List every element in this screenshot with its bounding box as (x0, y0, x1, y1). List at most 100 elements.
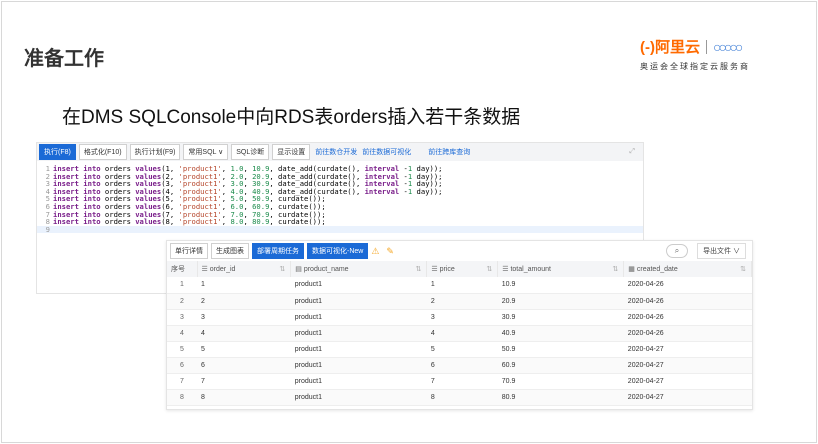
link-cross-db-query[interactable]: 前往跨库查询 (428, 147, 470, 157)
result-table: 序号 ☰ order_id ⇅ ▤ product_name ⇅ ☰ price ⇅ ☰ to… (167, 261, 752, 406)
logo-brand: (-)阿里云 (640, 39, 700, 56)
table-row[interactable]: 2 2 product1 2 20.9 2020-04-26 (167, 293, 752, 310)
table-cell: 3 (197, 309, 291, 326)
code-line: 9 (37, 226, 643, 234)
table-row[interactable]: 1 1 product1 1 10.9 2020-04-26 (167, 277, 752, 294)
table-cell: product1 (290, 357, 427, 374)
column-label: total_amount (510, 266, 551, 273)
table-cell: product1 (290, 373, 427, 390)
table-cell: 2020-04-27 (623, 341, 752, 358)
column-header-order-id[interactable]: ☰ order_id ⇅ (197, 261, 292, 277)
sort-icon[interactable]: ⇅ (612, 265, 618, 273)
table-cell: product1 (290, 341, 427, 358)
table-cell: 7 (197, 373, 291, 390)
logo-tagline: 奥运会全球指定云服务商 (640, 62, 750, 71)
table-cell: 70.9 (497, 373, 624, 390)
table-cell: 3 (426, 309, 498, 326)
table-cell: 5 (167, 341, 197, 358)
table-cell: 8 (197, 389, 291, 406)
table-cell: 1 (167, 277, 197, 294)
table-cell: 8 (426, 389, 498, 406)
table-cell: 4 (167, 325, 197, 342)
table-cell: 40.9 (497, 325, 624, 342)
sort-icon[interactable]: ⇅ (740, 265, 746, 273)
row-detail-button[interactable]: 单行详情 (170, 243, 208, 259)
table-cell: 4 (197, 325, 291, 342)
column-type-icon: ▤ (295, 266, 302, 273)
table-cell: 80.9 (497, 389, 624, 406)
column-label: created_date (636, 266, 678, 273)
table-row[interactable]: 4 4 product1 4 40.9 2020-04-26 (167, 325, 752, 342)
column-label: order_id (209, 266, 236, 273)
editor-toolbar: 执行(F8) 格式化(F10) 执行计划(F9) 常用SQL ∨ SQL诊断 显… (37, 143, 643, 161)
search-icon[interactable]: ⌕ (666, 244, 689, 258)
column-type-icon: ☰ (201, 266, 208, 273)
data-viz-new-button[interactable]: 数据可视化-New (307, 243, 369, 259)
table-cell: 2020-04-27 (623, 357, 752, 374)
table-cell: 60.9 (497, 357, 624, 374)
table-cell: 7 (167, 373, 197, 390)
sql-diagnose-button[interactable]: SQL诊断 (231, 144, 270, 160)
display-settings-button[interactable]: 显示设置 (272, 144, 311, 160)
column-label: product_name (303, 266, 349, 273)
table-cell: 2020-04-27 (623, 373, 752, 390)
code-area[interactable]: 1 insert into orders values(1, 'product1'… (37, 161, 643, 234)
sort-icon[interactable]: ⇅ (279, 265, 285, 273)
table-cell: 2020-04-26 (623, 293, 752, 310)
sort-icon[interactable]: ⇅ (416, 265, 422, 273)
link-data-viz[interactable]: 前往数据可视化 (362, 147, 411, 157)
execute-button[interactable]: 执行(F8) (39, 144, 76, 160)
table-cell: 5 (426, 341, 498, 358)
table-cell: 2020-04-26 (623, 325, 752, 342)
table-row[interactable]: 5 5 product1 5 50.9 2020-04-27 (167, 341, 752, 358)
table-cell: 4 (426, 325, 498, 342)
table-cell: 2020-04-26 (623, 309, 752, 326)
table-row[interactable]: 7 7 product1 7 70.9 2020-04-27 (167, 373, 752, 390)
slide-title: 准备工作 (24, 48, 104, 70)
slide-subtitle: 在DMS SQLConsole中向RDS表orders插入若干条数据 (62, 107, 521, 128)
sort-icon[interactable]: ⇅ (486, 265, 492, 273)
column-header-序号[interactable]: 序号 (167, 261, 198, 277)
format-button[interactable]: 格式化(F10) (78, 144, 127, 160)
export-file-dropdown[interactable]: 导出文件 ∨ (697, 243, 746, 259)
column-header-created-date[interactable]: ▦ created_date ⇅ (623, 261, 752, 277)
common-sql-dropdown[interactable]: 常用SQL ∨ (183, 144, 229, 160)
table-cell: 2 (197, 293, 291, 310)
column-label: price (439, 266, 455, 273)
table-cell: 30.9 (497, 309, 624, 326)
column-type-icon: ☰ (431, 266, 438, 273)
table-cell: 2020-04-26 (623, 277, 752, 294)
table-cell: 6 (426, 357, 498, 374)
deploy-task-button[interactable]: 部署周期任务 (252, 243, 304, 259)
column-header-total-amount[interactable]: ☰ total_amount ⇅ (497, 261, 625, 277)
column-type-icon: ☰ (502, 266, 509, 273)
table-cell: 1 (426, 277, 498, 294)
generate-chart-button[interactable]: 生成图表 (211, 243, 249, 259)
column-label: 序号 (171, 266, 185, 273)
table-cell: 3 (167, 309, 197, 326)
aliyun-logo: (-)阿里云 ○○○○○ 奥运会全球指定云服务商 (640, 36, 780, 72)
code-line: 8 insert into orders values(8, 'product1'… (45, 217, 326, 227)
table-row[interactable]: 3 3 product1 3 30.9 2020-04-26 (167, 309, 752, 326)
warning-icon[interactable]: ⚠ (371, 246, 379, 257)
column-type-icon: ▦ (628, 266, 635, 273)
table-cell: 6 (167, 357, 197, 374)
table-row[interactable]: 6 6 product1 6 60.9 2020-04-27 (167, 357, 752, 374)
olympic-rings-icon: ○○○○○ (713, 38, 743, 55)
edit-icon[interactable]: ✎ (386, 246, 394, 257)
column-header-price[interactable]: ☰ price ⇅ (426, 261, 499, 277)
table-row[interactable]: 8 8 product1 8 80.9 2020-04-27 (167, 389, 752, 406)
table-cell: 10.9 (497, 277, 624, 294)
explain-button[interactable]: 执行计划(F9) (129, 144, 181, 160)
table-cell: 20.9 (497, 293, 624, 310)
table-cell: product1 (290, 277, 427, 294)
result-toolbar: 单行详情 生成图表 部署周期任务 数据可视化-New ⚠ ✎ ⌕ 导出文件 ∨ (167, 241, 752, 261)
table-cell: product1 (290, 389, 427, 406)
table-cell: 8 (167, 389, 197, 406)
link-dw-dev[interactable]: 前往数仓开发 (315, 147, 357, 157)
column-header-product-name[interactable]: ▤ product_name ⇅ (290, 261, 428, 277)
table-cell: product1 (290, 293, 427, 310)
expand-icon[interactable]: ⤢ (629, 148, 635, 156)
table-cell: 6 (197, 357, 291, 374)
table-cell: product1 (290, 325, 427, 342)
